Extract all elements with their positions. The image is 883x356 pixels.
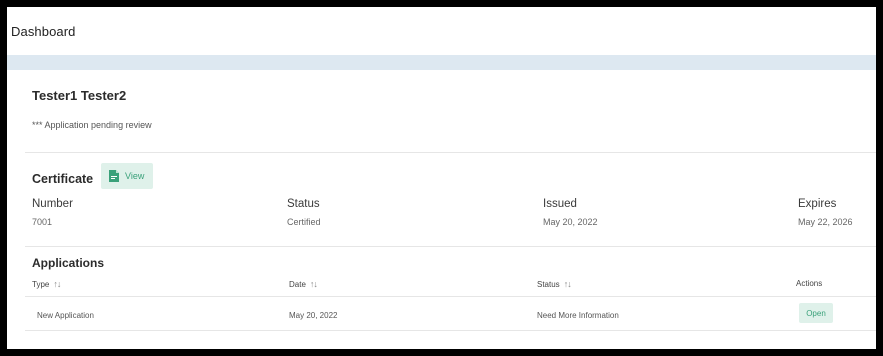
expires-value: May 22, 2026 xyxy=(798,217,853,227)
status-value: Certified xyxy=(287,217,321,227)
row-divider xyxy=(25,330,876,331)
view-certificate-button[interactable]: View xyxy=(101,163,153,189)
number-value: 7001 xyxy=(32,217,53,227)
applicant-card: Tester1 Tester2 *** Application pending … xyxy=(17,70,876,349)
sort-arrows-icon[interactable]: ↑↓ xyxy=(564,279,572,289)
actions-column-header: Actions xyxy=(796,279,822,288)
row-type: New Application xyxy=(37,311,94,320)
status-header: Status xyxy=(287,198,320,210)
issued-header: Issued xyxy=(543,198,577,210)
column-label: Status xyxy=(537,279,560,289)
applicant-name: Tester1 Tester2 xyxy=(32,88,127,103)
issued-value: May 20, 2022 xyxy=(543,217,598,227)
divider xyxy=(25,246,876,247)
app-window: Dashboard Tester1 Tester2 *** Applicatio… xyxy=(7,7,876,349)
view-button-label: View xyxy=(125,171,145,181)
divider xyxy=(25,152,876,153)
pending-notice: *** Application pending review xyxy=(32,120,152,130)
number-header: Number xyxy=(32,198,73,210)
column-label: Actions xyxy=(796,279,823,288)
expires-header: Expires xyxy=(798,198,837,210)
column-label: Date xyxy=(289,279,306,289)
top-bar: Dashboard xyxy=(7,7,876,55)
sort-arrows-icon[interactable]: ↑↓ xyxy=(310,279,318,289)
header-band xyxy=(7,55,876,70)
applications-title: Applications xyxy=(32,256,105,270)
row-divider xyxy=(25,296,876,297)
date-column-header[interactable]: Date ↑↓ xyxy=(289,279,318,289)
row-status: Need More Information xyxy=(537,311,619,320)
status-column-header[interactable]: Status ↑↓ xyxy=(537,279,572,289)
column-label: Type xyxy=(32,279,50,289)
sort-arrows-icon[interactable]: ↑↓ xyxy=(53,279,61,289)
certificate-title: Certificate xyxy=(32,172,94,186)
pdf-file-icon xyxy=(109,170,119,182)
row-date: May 20, 2022 xyxy=(289,311,338,320)
page-title: Dashboard xyxy=(11,23,76,39)
type-column-header[interactable]: Type ↑↓ xyxy=(32,279,61,289)
open-application-button[interactable]: Open xyxy=(799,303,833,323)
